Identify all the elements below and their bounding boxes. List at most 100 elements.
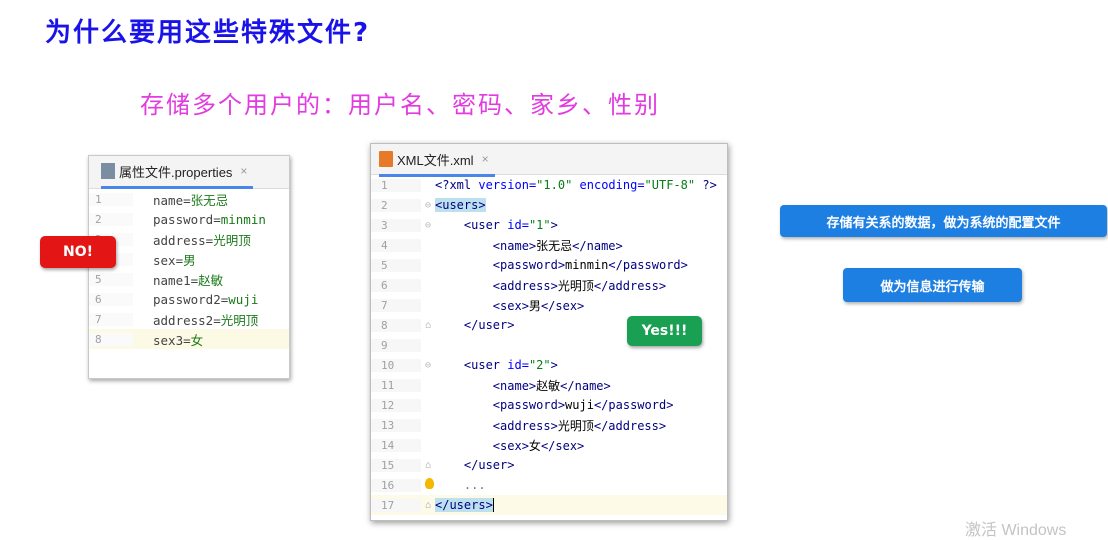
line-number: 15 [371, 458, 421, 472]
users-close-tag: </users> [435, 497, 493, 512]
user-tag: <user [463, 358, 501, 372]
xml-value: 光明顶 [557, 418, 594, 433]
id-value: "1" [528, 218, 551, 232]
xml-value: minmin [565, 258, 609, 272]
properties-file-tab[interactable]: 属性文件.properties × [101, 156, 254, 189]
page-title: 为什么要用这些特殊文件? [45, 18, 371, 48]
line-number: 14 [371, 438, 421, 452]
fold-icon[interactable]: ⊖ [421, 200, 435, 211]
decl-open: <? [435, 178, 450, 192]
line-number: 1 [371, 178, 421, 192]
prop-key: name= [153, 192, 191, 208]
fold-icon[interactable]: ⌂ [421, 500, 435, 511]
tag-end: > [550, 218, 558, 232]
prop-value: minmin [220, 211, 266, 227]
line-number: 16 [371, 478, 421, 492]
prop-value: 光明顶 [220, 312, 259, 328]
close-icon[interactable]: × [482, 152, 489, 166]
fold-icon[interactable]: ⊖ [421, 220, 435, 231]
code-line: 13 <address>光明顶</address> [371, 415, 727, 435]
line-number: 8 [89, 332, 133, 346]
xml-open-tag: <name> [492, 238, 537, 253]
prop-key: password2= [153, 291, 229, 307]
code-line: 6 <address>光明顶</address> [371, 275, 727, 295]
line-number: 4 [371, 238, 421, 252]
ellipsis: ... [463, 478, 486, 492]
line-number: 8 [371, 318, 421, 332]
code-line: 10 ⊖ <user id="2"> [371, 355, 727, 375]
xml-file-tab[interactable]: XML文件.xml × [379, 144, 495, 177]
line-number: 6 [89, 292, 133, 306]
no-badge: NO! [40, 236, 116, 268]
xml-open-tag: <sex> [492, 438, 529, 453]
fold-icon[interactable]: ⌂ [421, 460, 435, 471]
lightbulb-icon[interactable] [424, 478, 434, 489]
properties-tab-label: 属性文件.properties [119, 164, 233, 180]
line-number: 6 [371, 278, 421, 292]
xml-tab-bar: XML文件.xml × [371, 144, 727, 177]
code-line: 15 ⌂ </user> [371, 455, 727, 475]
xml-value: 赵敏 [536, 378, 561, 393]
code-line: 5 <password>minmin</password> [371, 255, 727, 275]
code-line: 16 ... [371, 475, 727, 495]
prop-value: wuji [228, 291, 259, 307]
line-number: 1 [89, 192, 133, 206]
user-tag: <user [463, 218, 501, 232]
decl-value: "UTF-8" [644, 178, 696, 192]
xml-close-tag: </address> [593, 418, 667, 433]
xml-close-tag: </password> [608, 258, 688, 272]
line-number: 7 [371, 298, 421, 312]
id-attr: id= [500, 358, 529, 372]
prop-key: password= [153, 211, 221, 227]
properties-editor: 属性文件.properties × 1 name=张无忌 2 password=mi… [88, 155, 290, 379]
properties-file-icon [101, 163, 115, 179]
line-number: 5 [371, 258, 421, 272]
properties-tab-bar: 属性文件.properties × [89, 156, 289, 189]
store-related-data-button[interactable]: 存储有关系的数据，做为系统的配置文件 [780, 205, 1107, 237]
xml-close-tag: </password> [593, 398, 674, 412]
xml-close-tag: </name> [560, 378, 611, 393]
text-cursor [492, 498, 494, 513]
close-icon[interactable]: × [240, 164, 247, 178]
xml-close-tag: </sex> [540, 438, 585, 453]
tag-end: > [550, 358, 558, 372]
code-line: 2 password=minmin [89, 209, 289, 229]
line-number: 5 [89, 272, 133, 286]
xml-open-tag: <name> [492, 378, 537, 393]
xml-open-tag: <password> [492, 398, 566, 412]
fold-icon[interactable]: ⌂ [421, 320, 435, 331]
line-number: 13 [371, 418, 421, 432]
xml-open-tag: <address> [492, 278, 558, 293]
id-attr: id= [500, 218, 529, 232]
code-line: 3address=光明顶 [89, 229, 289, 249]
line-number: 3 [371, 218, 421, 232]
windows-activation-watermark: 激活 Windows [965, 522, 1067, 539]
line-number: 7 [89, 312, 133, 326]
xml-value: wuji [565, 398, 594, 412]
code-line: 4sex=男 [89, 249, 289, 269]
info-transfer-button[interactable]: 做为信息进行传输 [843, 268, 1022, 302]
xml-tab-label: XML文件.xml [397, 152, 474, 168]
prop-value: 张无忌 [190, 192, 229, 208]
line-number: 2 [371, 198, 421, 212]
fold-icon[interactable]: ⊖ [421, 360, 435, 371]
code-line: 12 <password>wuji</password> [371, 395, 727, 415]
code-line-current: 8 sex3=女 [89, 329, 289, 349]
code-line: 6 password2=wuji [89, 289, 289, 309]
line-number: 12 [371, 398, 421, 412]
line-number: 2 [89, 212, 133, 226]
prop-key: address= [153, 232, 214, 248]
xml-open-tag: <password> [492, 258, 566, 272]
xml-value: 光明顶 [557, 278, 594, 293]
line-number: 10 [371, 358, 421, 372]
code-line: 4 <name>张无忌</name> [371, 235, 727, 255]
decl-attr: version= [471, 178, 537, 192]
user-close-tag: </user> [463, 318, 515, 332]
code-line: 14 <sex>女</sex> [371, 435, 727, 455]
properties-code[interactable]: 1name=张无忌 2password=minmin 3address=光明顶 … [89, 189, 289, 349]
line-number: 9 [371, 338, 421, 352]
prop-value: 女 [190, 332, 204, 348]
prop-value: 光明顶 [213, 232, 251, 248]
code-line: 5 name1=赵敏 [89, 269, 289, 289]
users-open-tag: <users> [435, 198, 486, 212]
